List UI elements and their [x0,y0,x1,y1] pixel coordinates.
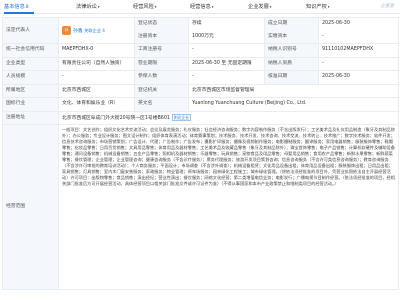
tab-ip[interactable]: 知识产权▾ [306,3,330,12]
field-label: 成立日期 实缴资本 [264,17,319,44]
tab-operation[interactable]: 经营信息▾ [190,3,214,12]
tab-label: 企业发展 [248,4,269,10]
tab-basic-info[interactable]: 基本信息8 [4,3,29,12]
field-label: 核准日期 [264,70,319,85]
legal-rep-cell: 孙孙鑫 关联企业 4 [58,17,135,44]
nearby-companies-link[interactable]: 附近企业 [171,113,192,121]
table-row: 企业类型 有限责任公司（自然人独资） 营业期限 2025-06-30 至 无固定… [2,56,399,71]
field-value: - [58,70,135,85]
nav-tabs: 基本信息8 法律诉讼▾ 经营风险▾ 经营信息▾ 企业发展▾ 知识产权▾ 企查查 [0,0,400,14]
field-value: 2025-06-30 [318,70,399,85]
field-label: 法定代表人 [2,17,59,44]
field-value: - [188,43,265,58]
field-value: 存续 1000万元 [188,17,265,44]
field-value: 2025-06-30- [318,17,399,44]
field-value: 北京市西城区市场监督管理局 [188,83,399,98]
field-label: 纳税人资质 [264,56,319,71]
address-cell: 北京市西城区阜成门外大街20号院一区1号楼B601 附近企业 [58,110,399,125]
field-label: 企业类型 [2,56,59,71]
field-label: 登记机关 [134,83,189,98]
tab-label: 法律诉讼 [76,4,97,10]
field-label: 营业期限 [134,56,189,71]
tab-development[interactable]: 企业发展▾ [248,3,272,12]
field-value: 2025-06-30 至 无固定期限 [188,56,265,71]
table-row: 统一社会信用代码 MAEPFDHX-0 工商注册号 - 纳税人识别号 91110… [2,43,399,58]
address-value: 北京市西城区阜成门外大街20号院一区1号楼B601 [62,115,170,121]
field-label: 经营范围 [2,124,59,290]
table-row: 经营范围 一般项目：文艺创作；组织文化艺术交流活动；会议及展览服务；礼仪服务；社… [2,124,399,290]
active-tab-indicator [4,12,34,14]
tab-label: 经营信息 [190,4,211,10]
table-row: 法定代表人 孙孙鑫 关联企业 4 登记状态 注册资本 存续 1000万元 成立日期实… [2,17,399,44]
chevron-down-icon: ▾ [211,5,214,9]
field-label: 统一社会信用代码 [2,43,59,58]
tab-count-badge: 8 [25,5,29,10]
field-value: - [318,56,399,71]
watermark-logo: 企查查 [380,4,395,9]
chevron-down-icon: ▾ [269,5,272,9]
tab-risk[interactable]: 经营风险▾ [133,3,157,12]
field-label: 工商注册号 [134,43,189,58]
company-info-table: 法定代表人 孙孙鑫 关联企业 4 登记状态 注册资本 存续 1000万元 成立日期实… [2,17,399,290]
legal-rep-name-link[interactable]: 孙鑫 [73,29,83,34]
field-label: 纳税人识别号 [264,43,319,58]
chevron-down-icon: ▾ [327,5,330,9]
field-label: 参保人数 [134,70,189,85]
chevron-down-icon: ▾ [97,5,100,9]
business-scope-text: 一般项目：文艺创作；组织文化艺术交流活动；会议及展览服务；礼仪服务；社会经济咨询… [58,124,399,290]
table-row: 国标行业 文化、体育和娱乐业（R） 英文名 Yuanlong Yuanchuan… [2,97,399,112]
field-value: 文化、体育和娱乐业（R） [58,97,135,112]
field-label: 人员规模 [2,70,59,85]
table-row: 所属地区 北京市西城区 登记机关 北京市西城区市场监督管理局 [2,83,399,98]
field-label: 英文名 [134,97,189,112]
field-label: 注册地址 [2,110,59,125]
tab-label: 知识产权 [306,4,327,10]
field-value: 北京市西城区 [58,83,135,98]
tab-legal[interactable]: 法律诉讼▾ [76,3,100,12]
tab-label: 基本信息 [4,4,25,10]
tab-label: 经营风险 [133,4,154,10]
field-label: 所属地区 [2,83,59,98]
field-value: Yuanlong Yuanchuang Culture (Beijing) Co… [188,97,399,112]
field-label: 登记状态 注册资本 [134,17,189,44]
related-companies-link[interactable]: 关联企业 4 [84,28,105,33]
table-row: 注册地址 北京市西城区阜成门外大街20号院一区1号楼B601 附近企业 [2,110,399,125]
avatar: 孙 [62,26,71,35]
field-value: MAEPFDHX-0 [58,43,135,58]
field-value: 91110102MAEPFDHX [318,43,399,58]
field-value: - [188,70,265,85]
table-row: 人员规模 - 参保人数 - 核准日期 2025-06-30 [2,70,399,85]
chevron-down-icon: ▾ [154,5,157,9]
field-value: 有限责任公司（自然人独资） [58,56,135,71]
field-label: 国标行业 [2,97,59,112]
